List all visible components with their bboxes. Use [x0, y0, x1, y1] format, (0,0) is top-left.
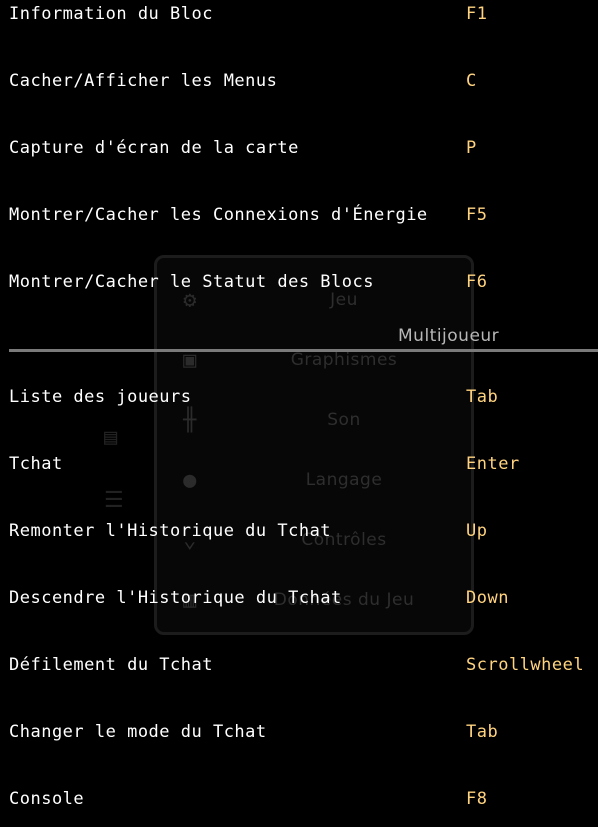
keybind-action: Remonter l'Historique du Tchat: [9, 521, 332, 541]
menu-item-label: Graphismes: [290, 350, 398, 370]
keybind-action: Montrer/Cacher le Statut des Blocs: [9, 272, 374, 292]
keybind-action: Changer le mode du Tchat: [9, 722, 267, 742]
section-divider: [9, 349, 598, 352]
section-header-multiplayer: Multijoueur: [0, 322, 598, 352]
keybind-key[interactable]: Up: [466, 521, 487, 541]
keybind-key[interactable]: F6: [466, 272, 487, 292]
keybind-action: Montrer/Cacher les Connexions d'Énergie: [9, 205, 428, 225]
keybind-row-toggle-menus[interactable]: Cacher/Afficher les Menus C: [0, 71, 598, 101]
list-icon: ☰: [104, 488, 125, 513]
keybind-row-block-status[interactable]: Montrer/Cacher le Statut des Blocs F6: [0, 272, 598, 302]
keybind-key[interactable]: Scrollwheel: [466, 655, 584, 675]
keybind-action: Information du Bloc: [9, 4, 213, 24]
keybind-action: Capture d'écran de la carte: [9, 138, 299, 158]
keybind-row-chat-history-next[interactable]: Descendre l'Historique du Tchat Down: [0, 588, 598, 618]
keybind-row-map-screenshot[interactable]: Capture d'écran de la carte P: [0, 138, 598, 168]
keybind-action: Tchat: [9, 454, 63, 474]
keybind-action: Descendre l'Historique du Tchat: [9, 588, 342, 608]
keybind-row-player-list[interactable]: Liste des joueurs Tab: [0, 387, 598, 417]
keybind-row-power-lasers[interactable]: Montrer/Cacher les Connexions d'Énergie …: [0, 205, 598, 235]
keybind-row-chat[interactable]: Tchat Enter: [0, 454, 598, 484]
keybind-row-console[interactable]: Console F8: [0, 789, 598, 819]
keybind-action: Liste des joueurs: [9, 387, 192, 407]
keybind-row-chat-mode[interactable]: Changer le mode du Tchat Tab: [0, 722, 598, 752]
keybind-action: Console: [9, 789, 85, 809]
keybind-key[interactable]: F1: [466, 4, 487, 24]
background-settings-dialog: ⚙ Jeu ▣ Graphismes ╫ Son ● Langage ⌄ Con…: [154, 255, 474, 635]
keybind-key[interactable]: Tab: [466, 387, 498, 407]
keybind-key[interactable]: F8: [466, 789, 487, 809]
save-icon: ▤: [104, 425, 118, 450]
keybind-action: Défilement du Tchat: [9, 655, 213, 675]
section-title: Multijoueur: [398, 326, 500, 346]
keybind-key[interactable]: Tab: [466, 722, 498, 742]
keybind-row-block-info[interactable]: Information du Bloc F1: [0, 4, 598, 34]
keybind-key[interactable]: Down: [466, 588, 509, 608]
keybind-row-chat-history-prev[interactable]: Remonter l'Historique du Tchat Up: [0, 521, 598, 551]
keybind-key[interactable]: F5: [466, 205, 487, 225]
keybind-key[interactable]: Enter: [466, 454, 520, 474]
keybind-key[interactable]: P: [466, 138, 477, 158]
keybind-action: Cacher/Afficher les Menus: [9, 71, 278, 91]
keybind-row-chat-scroll[interactable]: Défilement du Tchat Scrollwheel: [0, 655, 598, 685]
keybind-key[interactable]: C: [466, 71, 477, 91]
